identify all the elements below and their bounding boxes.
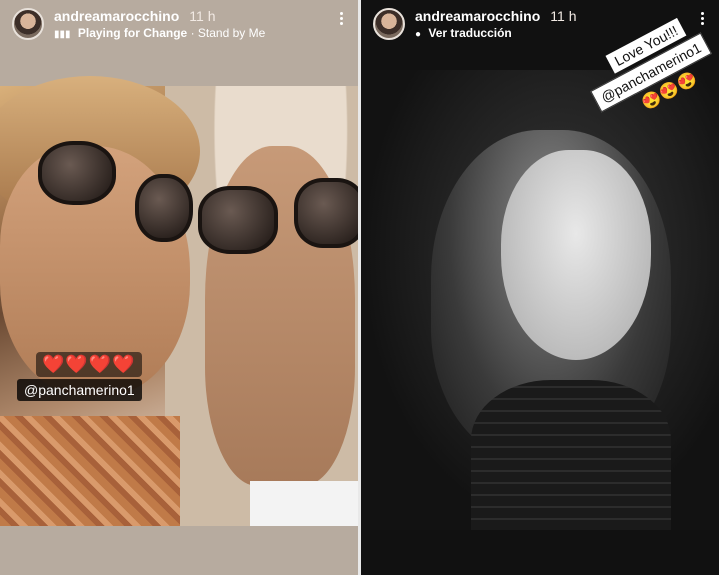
story-header: andreamarocchino 11 h ▮▮▮ Playing for Cha… xyxy=(0,0,358,60)
woman-face xyxy=(501,150,651,360)
song-title: Stand by Me xyxy=(197,26,266,40)
scarf xyxy=(0,416,180,526)
story-header: andreamarocchino 11 h ● Ver traducción xyxy=(361,0,719,60)
more-options-icon[interactable] xyxy=(699,10,705,30)
shirt xyxy=(250,481,358,526)
story-photo xyxy=(0,76,358,526)
song-artist: Playing for Change xyxy=(77,26,188,40)
story-panel-left[interactable]: ❤️❤️❤️❤️ @panchamerino1 andreamarocchino… xyxy=(0,0,358,575)
username-row: andreamarocchino 11 h xyxy=(415,8,576,24)
more-options-icon[interactable] xyxy=(338,10,344,30)
music-bars-icon: ▮▮▮ xyxy=(54,29,71,40)
music-info[interactable]: ▮▮▮ Playing for Change · Stand by Me xyxy=(54,26,265,40)
hearts-sticker: ❤️❤️❤️❤️ xyxy=(36,352,142,377)
username-row: andreamarocchino 11 h xyxy=(54,8,215,24)
post-time: 11 h xyxy=(189,8,216,24)
story-panel-right[interactable]: Love You!!! @panchamerino1 😍😍😍 andreamar… xyxy=(361,0,719,575)
sunglasses-lens xyxy=(135,174,193,242)
avatar[interactable] xyxy=(12,8,44,40)
translate-bubble-icon: ● xyxy=(415,29,422,40)
translate-button[interactable]: ● Ver traducción xyxy=(415,26,512,40)
separator: · xyxy=(190,26,195,40)
sunglasses-lens xyxy=(198,186,278,254)
story-photo xyxy=(361,70,719,530)
username[interactable]: andreamarocchino xyxy=(54,8,179,24)
sunglasses-lens xyxy=(294,178,358,248)
post-time: 11 h xyxy=(550,8,577,24)
username[interactable]: andreamarocchino xyxy=(415,8,540,24)
mention-sticker[interactable]: @panchamerino1 xyxy=(17,379,142,401)
leather-jacket xyxy=(471,380,671,530)
translate-label: Ver traducción xyxy=(428,26,512,40)
sunglasses-lens xyxy=(38,141,116,205)
avatar[interactable] xyxy=(373,8,405,40)
